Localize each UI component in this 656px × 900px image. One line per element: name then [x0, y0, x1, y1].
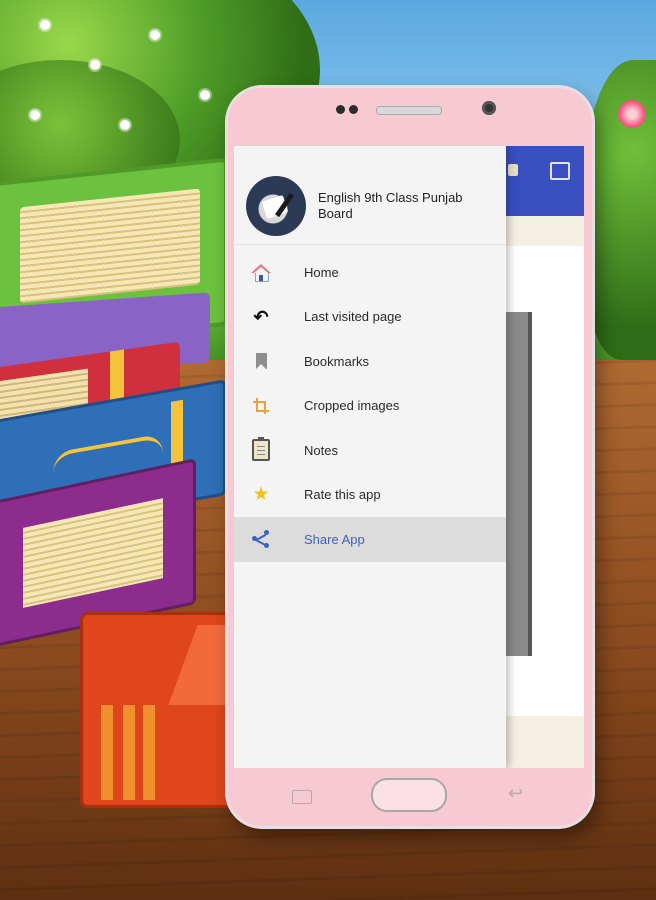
menu-item-label: Cropped images [304, 398, 400, 414]
menu-item-notes[interactable]: Notes [234, 428, 506, 473]
app-logo [246, 176, 306, 236]
white-flower [150, 30, 160, 40]
navigation-drawer: English 9th Class Punjab Board Home ↶ La… [234, 146, 506, 768]
home-button[interactable] [371, 778, 447, 812]
white-flower [120, 120, 130, 130]
menu-item-home[interactable]: Home [234, 250, 506, 295]
star-icon: ★ [252, 484, 270, 506]
earpiece-speaker [376, 106, 442, 115]
toolbar-book-icon[interactable] [508, 164, 518, 176]
menu-item-cropped-images[interactable]: Cropped images [234, 384, 506, 429]
menu-item-bookmarks[interactable]: Bookmarks [234, 339, 506, 384]
sensor-dot [349, 105, 358, 114]
white-flower [90, 60, 100, 70]
white-flower [30, 110, 40, 120]
home-icon [250, 261, 272, 283]
phone-screen: English 9th Class Punjab Board Home ↶ La… [234, 146, 584, 768]
drawer-menu: Home ↶ Last visited page Bookmarks Cropp… [234, 250, 506, 562]
phone-frame: English 9th Class Punjab Board Home ↶ La… [228, 88, 592, 826]
app-title: English 9th Class Punjab Board [318, 190, 463, 221]
bookmark-icon [250, 350, 272, 372]
drawer-header: English 9th Class Punjab Board [234, 146, 506, 245]
undo-icon: ↶ [253, 306, 269, 327]
recents-icon[interactable] [292, 790, 312, 804]
toolbar-window-icon[interactable] [550, 162, 570, 180]
white-flower [200, 90, 210, 100]
menu-item-label: Notes [304, 442, 338, 458]
menu-item-last-visited-page[interactable]: ↶ Last visited page [234, 295, 506, 340]
hardware-button-bar: ↩ [228, 768, 592, 826]
menu-item-rate-this-app[interactable]: ★ Rate this app [234, 473, 506, 518]
white-flower [40, 20, 50, 30]
notes-icon [250, 437, 272, 462]
menu-item-label: Bookmarks [304, 353, 370, 369]
page-scrollbar[interactable] [506, 312, 532, 656]
app-toolbar [506, 146, 584, 216]
sensor-dot [336, 105, 345, 114]
menu-item-label: Share App [304, 531, 365, 547]
pink-flower [618, 100, 646, 128]
share-icon [250, 528, 272, 550]
menu-item-label: Last visited page [304, 309, 402, 325]
front-camera [482, 101, 496, 115]
menu-item-label: Home [304, 264, 339, 280]
back-icon[interactable]: ↩ [508, 784, 523, 802]
menu-item-label: Rate this app [304, 487, 381, 503]
app-content-background [506, 146, 584, 768]
crop-icon [250, 395, 272, 417]
menu-item-share-app[interactable]: Share App [234, 517, 506, 562]
